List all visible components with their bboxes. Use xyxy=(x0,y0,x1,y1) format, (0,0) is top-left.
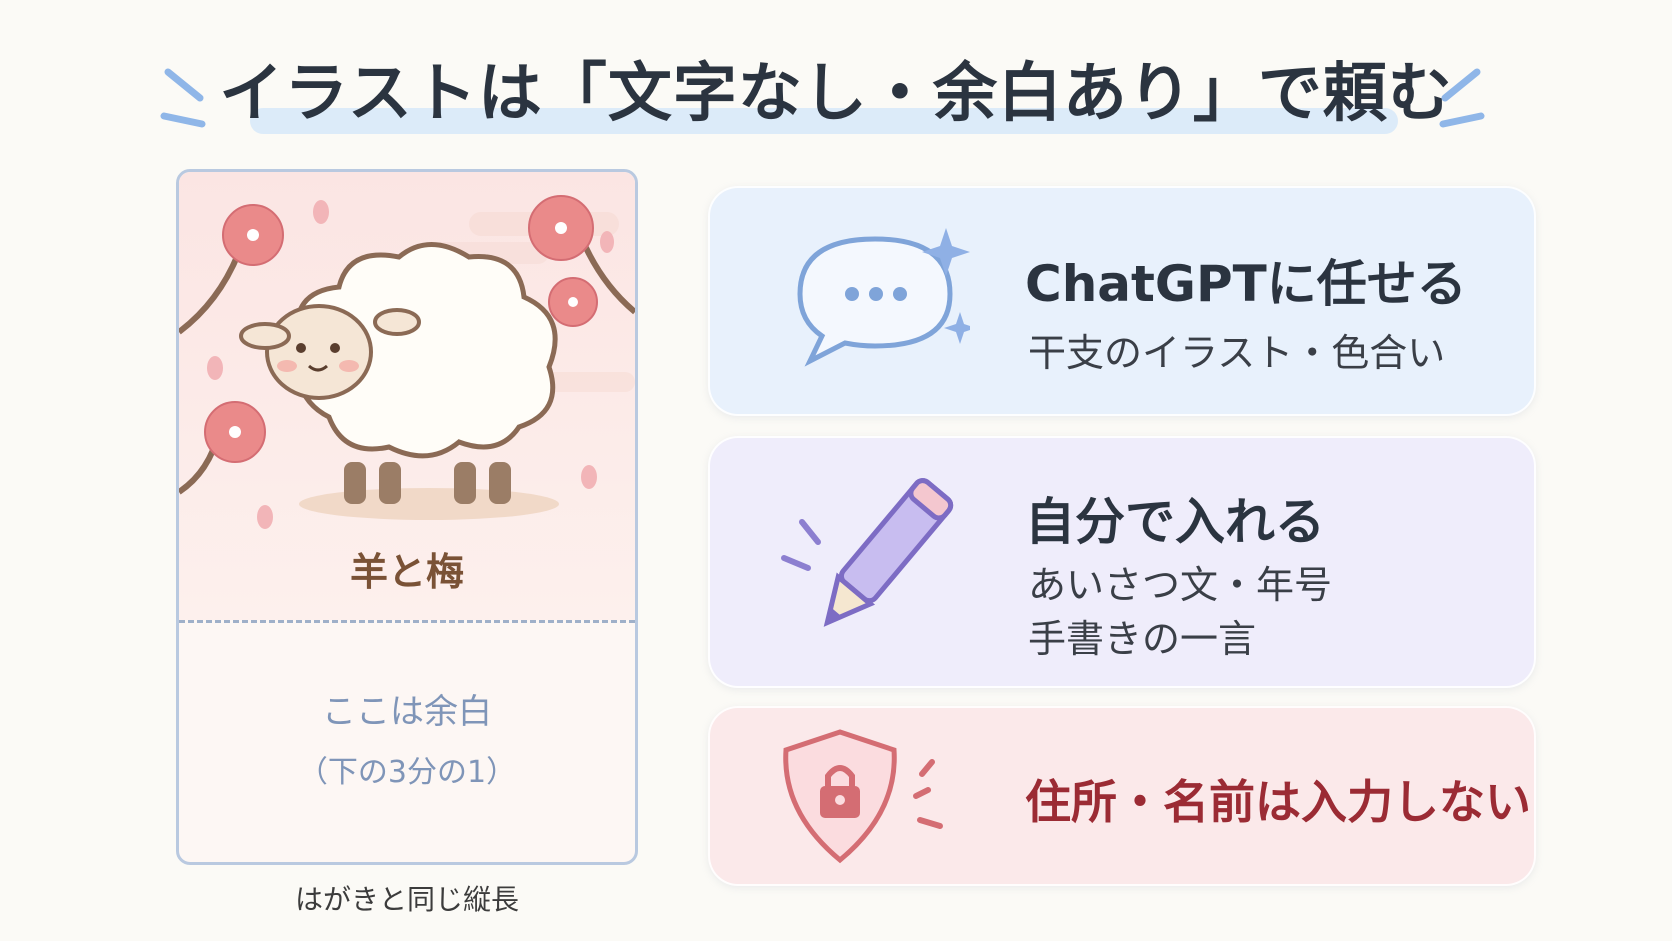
step-title: ChatGPTに任せる xyxy=(1025,255,1467,313)
pencil-icon xyxy=(781,478,954,627)
sheep-and-plum-illustration xyxy=(179,195,635,529)
illustration-caption: 羊と梅 xyxy=(349,550,464,594)
page-title: イラストは「文字なし・余白あり」で頼む xyxy=(219,57,1453,131)
step-self: 自分で入れる あいさつ文・年号 手書きの一言 xyxy=(708,436,1536,688)
shield-lock-icon xyxy=(783,729,943,864)
sparkle-lines-icon xyxy=(160,68,206,128)
step-warning: 住所・名前は入力しない xyxy=(708,706,1536,886)
chat-bubble-icon xyxy=(797,228,970,367)
margin-sublabel: （下の3分の1） xyxy=(297,755,517,790)
step-text: あいさつ文・年号 xyxy=(1028,563,1333,607)
sparkle-lines-icon xyxy=(1439,68,1485,128)
step-text: 干支のイラスト・色合い xyxy=(1028,331,1446,375)
postcard-footer: はがきと同じ縦長 xyxy=(294,883,519,916)
margin-label: ここは余白 xyxy=(322,692,492,732)
margin-divider xyxy=(179,620,635,623)
step-title: 自分で入れる xyxy=(1025,493,1325,551)
illustration-area: 羊と梅 xyxy=(179,172,635,620)
postcard-illustration: 羊と梅 ここは余白 （下の3分の1） xyxy=(176,169,638,865)
step-text: 手書きの一言 xyxy=(1028,617,1257,661)
title-area: イラストは「文字なし・余白あり」で頼む xyxy=(0,30,1672,140)
step-chatgpt: ChatGPTに任せる 干支のイラスト・色合い xyxy=(708,186,1536,416)
step-title: 住所・名前は入力しない xyxy=(1025,775,1531,829)
